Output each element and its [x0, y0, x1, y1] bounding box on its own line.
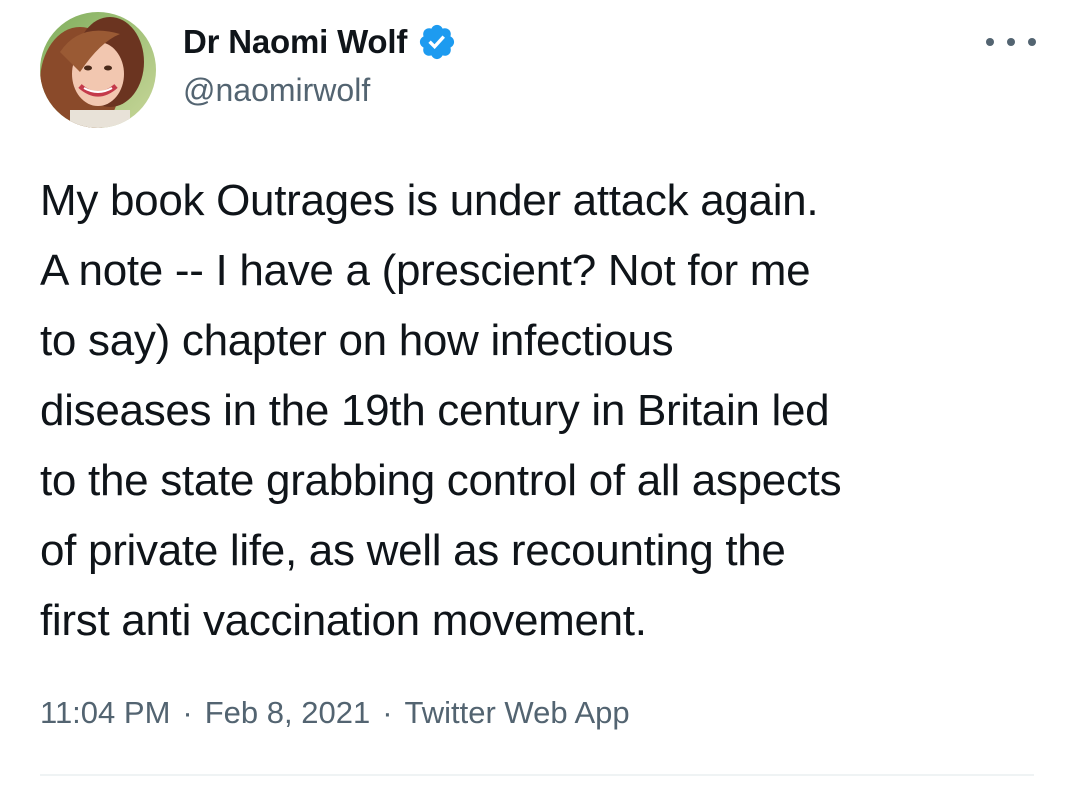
tweet-text-line: diseases in the 19th century in Britain …: [40, 386, 830, 435]
tweet-text-line: to say) chapter on how infectious: [40, 316, 674, 365]
tweet-text-line: My book Outrages is under attack again.: [40, 176, 819, 225]
divider: [40, 774, 1034, 776]
tweet-date[interactable]: Feb 8, 2021: [205, 695, 370, 730]
more-dot: [1028, 38, 1036, 46]
avatar[interactable]: [40, 12, 156, 128]
tweet-text-line: first anti vaccination movement.: [40, 596, 647, 645]
author-display-name[interactable]: Dr Naomi Wolf: [183, 23, 407, 61]
tweet-metadata: 11:04 PM · Feb 8, 2021 · Twitter Web App: [40, 695, 630, 731]
tweet-text: My book Outrages is under attack again. …: [40, 166, 1050, 656]
more-dot: [1007, 38, 1015, 46]
author-name-row: Dr Naomi Wolf: [183, 22, 457, 62]
tweet-card: Dr Naomi Wolf @naomirwolf My book Outrag…: [0, 0, 1074, 788]
tweet-text-line: of private life, as well as recounting t…: [40, 526, 786, 575]
more-dot: [986, 38, 994, 46]
tweet-source[interactable]: Twitter Web App: [405, 695, 630, 730]
author-handle[interactable]: @naomirwolf: [183, 72, 370, 109]
more-options-icon[interactable]: [986, 30, 1036, 54]
avatar-photo-icon: [40, 12, 156, 128]
meta-separator: ·: [182, 695, 193, 730]
verified-badge-icon: [417, 22, 457, 62]
tweet-text-line: to the state grabbing control of all asp…: [40, 456, 842, 505]
tweet-text-line: A note -- I have a (prescient? Not for m…: [40, 246, 811, 295]
meta-separator: ·: [382, 695, 393, 730]
tweet-time[interactable]: 11:04 PM: [40, 695, 170, 730]
